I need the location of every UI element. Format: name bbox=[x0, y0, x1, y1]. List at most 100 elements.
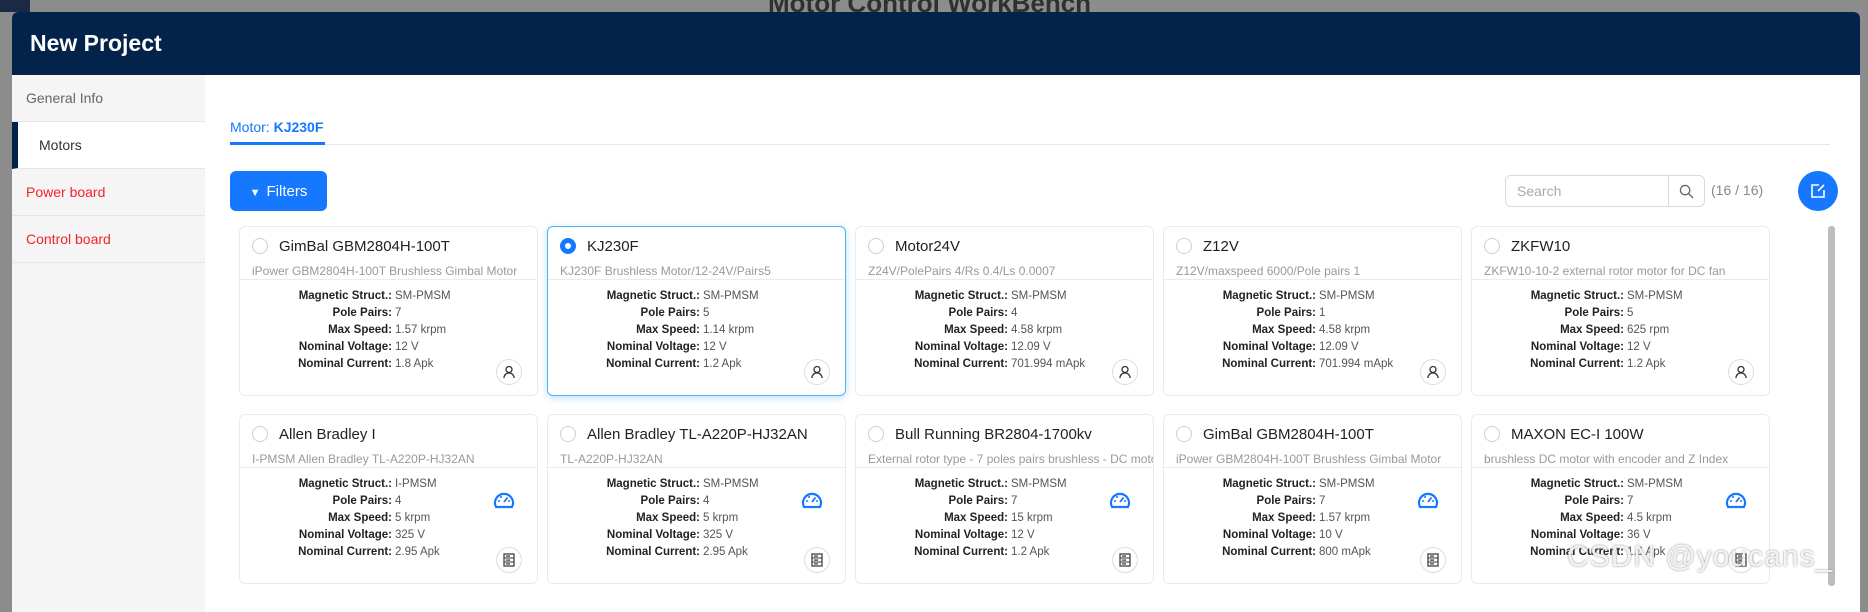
motor-select[interactable]: MAXON EC-I 100W bbox=[1472, 415, 1769, 445]
motor-card[interactable]: ZKFW10 ZKFW10-10-2 external rotor motor … bbox=[1471, 226, 1770, 396]
motor-description: ZKFW10-10-2 external rotor motor for DC … bbox=[1484, 264, 1726, 278]
motor-card[interactable]: Allen Bradley TL-A220P-HJ32AN TL-A220P-H… bbox=[547, 414, 846, 584]
motor-card[interactable]: Motor24V Z24V/PolePairs 4/Rs 0.4/Ls 0.00… bbox=[855, 226, 1154, 396]
user-icon[interactable] bbox=[1112, 359, 1138, 385]
motor-description: TL-A220P-HJ32AN bbox=[560, 452, 663, 466]
motor-radio[interactable] bbox=[1176, 426, 1192, 442]
user-icon[interactable] bbox=[804, 359, 830, 385]
property-value: 12 V bbox=[1011, 529, 1035, 541]
motor-select[interactable]: Motor24V bbox=[856, 227, 1153, 257]
property-value: 4.5 krpm bbox=[1627, 512, 1672, 524]
property-label: Nominal Current: bbox=[1222, 358, 1316, 370]
property-value: 1.2 Apk bbox=[703, 358, 742, 370]
sidebar-item-control-board[interactable]: Control board bbox=[12, 216, 205, 263]
speedometer-icon bbox=[1417, 490, 1439, 512]
motor-property-row: Max Speed: 1.14 krpm bbox=[548, 322, 845, 339]
scrollbar[interactable] bbox=[1828, 226, 1835, 586]
motor-select[interactable]: GimBal GBM2804H-100T bbox=[240, 227, 537, 257]
user-icon[interactable] bbox=[1728, 359, 1754, 385]
property-label: Pole Pairs: bbox=[640, 307, 700, 319]
motor-select[interactable]: KJ230F bbox=[548, 227, 845, 257]
motor-description: brushless DC motor with encoder and Z In… bbox=[1484, 452, 1729, 466]
property-value: SM-PMSM bbox=[1011, 478, 1067, 490]
motor-property-row: Nominal Voltage: 12 V bbox=[548, 339, 845, 356]
property-value: 1 bbox=[1319, 307, 1326, 319]
motor-property-row: Max Speed: 4.58 krpm bbox=[1164, 322, 1461, 339]
motor-select[interactable]: ZKFW10 bbox=[1472, 227, 1769, 257]
motor-property-row: Max Speed: 4.58 krpm bbox=[856, 322, 1153, 339]
motor-property-row: Magnetic Struct.: SM-PMSM bbox=[240, 288, 537, 305]
sidebar-item-general-info[interactable]: General Info bbox=[12, 75, 205, 122]
property-label: Pole Pairs: bbox=[948, 307, 1008, 319]
property-value: 701.994 mApk bbox=[1319, 358, 1394, 370]
motor-radio[interactable] bbox=[560, 426, 576, 442]
property-label: Nominal Voltage: bbox=[914, 341, 1008, 353]
motor-card[interactable]: Allen Bradley I I-PMSM Allen Bradley TL-… bbox=[239, 414, 538, 584]
motor-radio[interactable] bbox=[1176, 238, 1192, 254]
database-icon[interactable] bbox=[496, 547, 522, 573]
motor-description: KJ230F Brushless Motor/12-24V/Pairs5 bbox=[560, 264, 771, 278]
motor-property-row: Nominal Voltage: 12 V bbox=[856, 527, 1153, 544]
motor-property-row: Nominal Current: 1.2 Apk bbox=[856, 544, 1153, 561]
motor-radio[interactable] bbox=[868, 238, 884, 254]
sidebar-item-power-board[interactable]: Power board bbox=[12, 169, 205, 216]
motor-select[interactable]: Bull Running BR2804-1700kv bbox=[856, 415, 1153, 445]
property-label: Pole Pairs: bbox=[1256, 495, 1316, 507]
motor-card[interactable]: KJ230F KJ230F Brushless Motor/12-24V/Pai… bbox=[547, 226, 846, 396]
motor-properties: Magnetic Struct.: SM-PMSM Pole Pairs: 4 Max … bbox=[548, 468, 845, 561]
database-icon[interactable] bbox=[804, 547, 830, 573]
motor-radio[interactable] bbox=[560, 238, 576, 254]
speedometer-icon bbox=[1109, 490, 1131, 512]
search-input[interactable] bbox=[1506, 176, 1668, 206]
motor-properties: Magnetic Struct.: I-PMSM Pole Pairs: 4 Max S… bbox=[240, 468, 537, 561]
database-icon[interactable] bbox=[1420, 547, 1446, 573]
motor-card[interactable]: GimBal GBM2804H-100T iPower GBM2804H-100… bbox=[239, 226, 538, 396]
motor-radio[interactable] bbox=[252, 426, 268, 442]
user-icon[interactable] bbox=[496, 359, 522, 385]
motor-property-row: Pole Pairs: 5 bbox=[548, 305, 845, 322]
motor-property-row: Nominal Current: 1.2 Apk bbox=[548, 356, 845, 373]
motor-name: ZKFW10 bbox=[1511, 237, 1571, 255]
property-label: Pole Pairs: bbox=[948, 495, 1008, 507]
motor-card[interactable]: GimBal GBM2804H-100T iPower GBM2804H-100… bbox=[1163, 414, 1462, 584]
motor-radio[interactable] bbox=[1484, 238, 1500, 254]
property-label: Pole Pairs: bbox=[640, 495, 700, 507]
user-icon[interactable] bbox=[1420, 359, 1446, 385]
motor-card[interactable]: Z12V Z12V/maxspeed 6000/Pole pairs 1 Mag… bbox=[1163, 226, 1462, 396]
motor-property-row: Nominal Voltage: 12 V bbox=[240, 339, 537, 356]
property-label: Max Speed: bbox=[1252, 324, 1316, 336]
property-value: 5 bbox=[1627, 307, 1634, 319]
database-icon[interactable] bbox=[1112, 547, 1138, 573]
motor-card-grid: GimBal GBM2804H-100T iPower GBM2804H-100… bbox=[239, 226, 1770, 584]
motor-radio[interactable] bbox=[868, 426, 884, 442]
search-button[interactable] bbox=[1668, 176, 1704, 206]
dialog-title: New Project bbox=[12, 12, 1860, 75]
motor-select[interactable]: Allen Bradley TL-A220P-HJ32AN bbox=[548, 415, 845, 445]
property-value: SM-PMSM bbox=[1627, 290, 1683, 302]
property-value: 7 bbox=[1627, 495, 1634, 507]
property-value: 4.58 krpm bbox=[1319, 324, 1371, 336]
motor-properties: Magnetic Struct.: SM-PMSM Pole Pairs: 1 Max … bbox=[1164, 280, 1461, 373]
property-label: Magnetic Struct.: bbox=[298, 478, 392, 490]
tab-motor[interactable]: Motor: KJ230F bbox=[230, 119, 326, 145]
motor-select[interactable]: Z12V bbox=[1164, 227, 1461, 257]
property-label: Max Speed: bbox=[944, 324, 1008, 336]
property-label: Nominal Current: bbox=[298, 546, 392, 558]
motor-radio[interactable] bbox=[252, 238, 268, 254]
motor-property-row: Nominal Voltage: 12 V bbox=[1472, 339, 1769, 356]
property-value: SM-PMSM bbox=[1319, 478, 1375, 490]
motor-card[interactable]: Bull Running BR2804-1700kv External roto… bbox=[855, 414, 1154, 584]
property-value: 800 mApk bbox=[1319, 546, 1371, 558]
motor-property-row: Magnetic Struct.: SM-PMSM bbox=[1164, 288, 1461, 305]
filters-button[interactable]: ▼ Filters bbox=[230, 171, 327, 211]
new-motor-button[interactable] bbox=[1798, 171, 1838, 211]
tab-motor-prefix: Motor: bbox=[230, 119, 274, 135]
motor-radio[interactable] bbox=[1484, 426, 1500, 442]
motor-select[interactable]: GimBal GBM2804H-100T bbox=[1164, 415, 1461, 445]
property-label: Max Speed: bbox=[1560, 512, 1624, 524]
sidebar-item-motors[interactable]: Motors bbox=[12, 122, 205, 169]
motor-property-row: Magnetic Struct.: SM-PMSM bbox=[1472, 288, 1769, 305]
motor-select[interactable]: Allen Bradley I bbox=[240, 415, 537, 445]
motor-properties: Magnetic Struct.: SM-PMSM Pole Pairs: 5 Max … bbox=[548, 280, 845, 373]
tab-bar: Motor: KJ230F bbox=[230, 119, 1830, 145]
